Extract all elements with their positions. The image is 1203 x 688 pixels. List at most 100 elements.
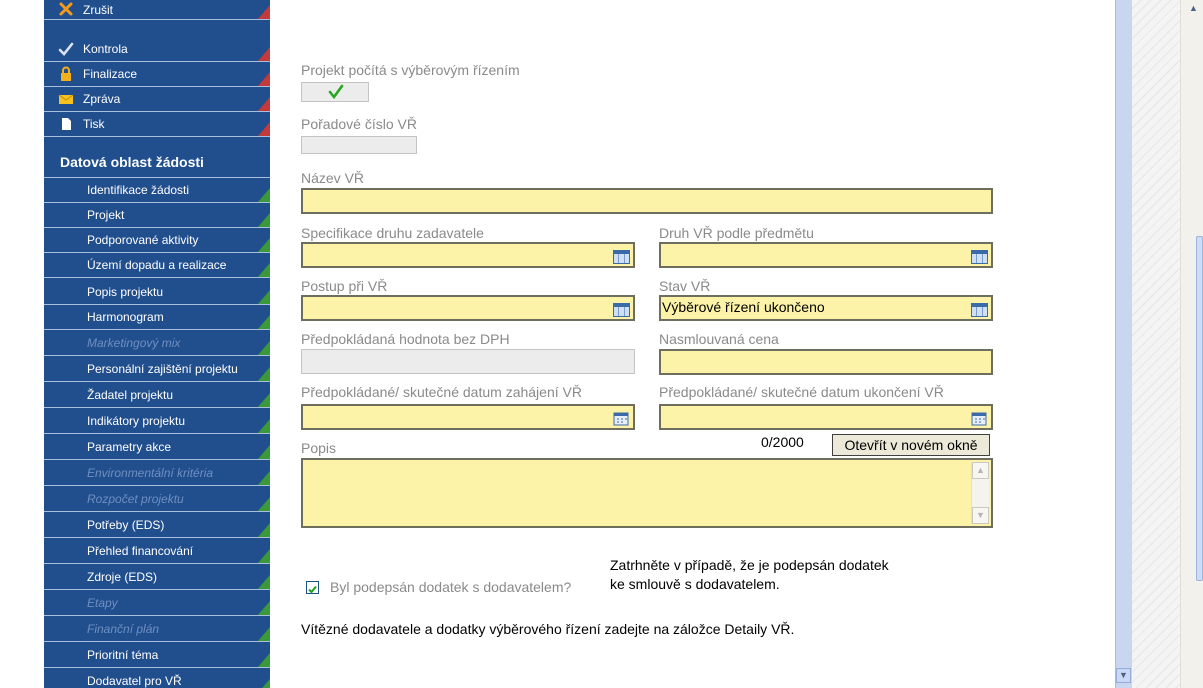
scroll-up-icon[interactable]: ▲: [972, 462, 989, 479]
sidebar-item-staffing[interactable]: Personální zajištění projektu: [44, 357, 270, 382]
corner-marker: [258, 47, 270, 61]
sidebar-item-print[interactable]: Tisk: [44, 112, 270, 137]
inner-scrollbar[interactable]: [1115, 0, 1132, 688]
estimated-value-label: Předpokládaná hodnota bez DPH: [301, 331, 510, 347]
sidebar-item-applicant[interactable]: Žadatel projektu: [44, 383, 270, 408]
sidebar-item-label: Environmentální kritéria: [87, 466, 214, 480]
corner-marker: [258, 471, 270, 485]
sidebar-item-indicators[interactable]: Indikátory projektu: [44, 409, 270, 434]
sidebar-item-label: Projekt: [87, 208, 125, 222]
sidebar-item-label: Indikátory projektu: [87, 414, 186, 428]
name-label: Název VŘ: [301, 170, 365, 186]
document-icon: [58, 116, 74, 132]
open-window-button[interactable]: Otevřít v novém okně: [832, 434, 990, 456]
end-date-input[interactable]: [659, 404, 993, 430]
sidebar-item-supported-activities[interactable]: Podporované aktivity: [44, 228, 270, 253]
sidebar-item-label: Kontrola: [83, 42, 128, 56]
sidebar-item-label: Finalizace: [83, 67, 138, 81]
sidebar-item-schedule[interactable]: Harmonogram: [44, 305, 270, 330]
corner-marker: [258, 188, 270, 202]
sidebar-item-label: Prioritní téma: [87, 648, 159, 662]
corner-marker: [258, 213, 270, 227]
scroll-down-icon[interactable]: ▼: [972, 507, 989, 524]
sidebar-item-label: Podporované aktivity: [87, 233, 199, 247]
sidebar-item-financing-overview[interactable]: Přehled financování: [44, 539, 270, 564]
sidebar-item-needs[interactable]: Potřeby (EDS): [44, 513, 270, 538]
procedure-label: Postup při VŘ: [301, 278, 388, 294]
sidebar-item-financial-plan: Finanční plán: [44, 617, 270, 642]
picker-icon[interactable]: [613, 250, 630, 264]
scrollbar-thumb[interactable]: [1196, 236, 1203, 581]
left-gutter: [0, 0, 44, 688]
picker-icon[interactable]: [613, 303, 630, 317]
order-number-label: Pořadové číslo VŘ: [301, 116, 417, 132]
sidebar-item-label: Zrušit: [83, 3, 113, 17]
section-title: Datová oblast žádosti: [60, 154, 204, 170]
scroll-up-icon[interactable]: ▲: [1186, 2, 1201, 17]
tender-flag-field: [301, 82, 369, 102]
sidebar-item-label: Zdroje (EDS): [87, 570, 158, 584]
sidebar-item-parameters[interactable]: Parametry akce: [44, 435, 270, 460]
contracting-type-select[interactable]: [301, 242, 635, 268]
subject-type-select[interactable]: [659, 242, 993, 268]
sidebar-item-label: Žadatel projektu: [87, 388, 174, 402]
splitter-area: [1132, 0, 1180, 688]
sidebar-item-check[interactable]: Kontrola: [44, 37, 270, 62]
status-select[interactable]: Výběrové řízení ukončeno: [659, 295, 993, 321]
sidebar-item-label: Finanční plán: [87, 622, 160, 636]
sidebar-item-impact-area[interactable]: Území dopadu a realizace: [44, 253, 270, 278]
sidebar-item-cancel[interactable]: Zrušit: [44, 0, 270, 20]
sidebar-item-identification[interactable]: Identifikace žádosti: [44, 178, 270, 203]
sidebar-item-project-description[interactable]: Popis projektu: [44, 280, 270, 305]
procedure-select[interactable]: [301, 295, 635, 321]
envelope-icon: [58, 91, 74, 107]
sidebar-item-sources[interactable]: Zdroje (EDS): [44, 565, 270, 590]
tender-flag-label: Projekt počítá s výběrovým řízením: [301, 62, 520, 78]
sidebar-item-supplier[interactable]: Dodavatel pro VŘ: [44, 669, 270, 688]
status-label: Stav VŘ: [659, 278, 711, 294]
corner-marker: [258, 341, 270, 355]
corner-marker: [258, 315, 270, 329]
corner-marker: [258, 419, 270, 433]
sidebar-item-environmental: Environmentální kritéria: [44, 461, 270, 486]
corner-marker: [258, 393, 270, 407]
end-date-label: Předpokládané/ skutečné datum ukončení V…: [659, 384, 944, 400]
description-textarea[interactable]: ▲ ▼: [301, 458, 993, 528]
start-date-input[interactable]: [301, 404, 635, 430]
name-input[interactable]: [301, 188, 993, 214]
sidebar-item-message[interactable]: Zpráva: [44, 87, 270, 112]
amendment-checkbox[interactable]: [306, 581, 319, 594]
sidebar-item-priority-theme[interactable]: Prioritní téma: [44, 643, 270, 668]
calendar-icon[interactable]: [613, 411, 630, 426]
footer-note: Vítězné dodavatele a dodatky výběrového …: [301, 621, 795, 637]
corner-marker: [258, 445, 270, 459]
status-value: Výběrové řízení ukončeno: [662, 299, 825, 315]
subject-type-label: Druh VŘ podle předmětu: [659, 225, 814, 241]
corner-marker: [258, 263, 270, 277]
corner-marker: [258, 497, 270, 511]
application-window: Zrušit Kontrola Finalizace Zpráva Tisk D…: [0, 0, 1203, 688]
sidebar-item-label: Parametry akce: [87, 440, 172, 454]
textarea-scrollbar[interactable]: ▲ ▼: [971, 462, 989, 524]
sidebar-item-finalize[interactable]: Finalizace: [44, 62, 270, 87]
corner-marker: [258, 122, 270, 136]
order-number-field: [301, 136, 417, 154]
description-counter: 0/2000: [761, 434, 804, 450]
corner-marker: [258, 72, 270, 86]
sidebar-item-label: Identifikace žádosti: [87, 183, 190, 197]
corner-marker: [258, 367, 270, 381]
calendar-icon[interactable]: [971, 411, 988, 426]
sidebar-item-label: Přehled financování: [87, 544, 194, 558]
scroll-down-icon[interactable]: ▼: [1116, 668, 1131, 683]
section-header: Datová oblast žádosti: [44, 146, 270, 178]
contract-price-label: Nasmlouvaná cena: [659, 331, 779, 347]
contract-price-input[interactable]: [659, 349, 993, 375]
picker-icon[interactable]: [971, 303, 988, 317]
amendment-label[interactable]: Byl podepsán dodatek s dodavatelem?: [330, 579, 571, 595]
sidebar-item-project[interactable]: Projekt: [44, 203, 270, 228]
estimated-value-field: [301, 349, 635, 374]
corner-marker: [258, 5, 270, 19]
corner-marker: [258, 679, 270, 688]
picker-icon[interactable]: [971, 250, 988, 264]
corner-marker: [258, 653, 270, 667]
